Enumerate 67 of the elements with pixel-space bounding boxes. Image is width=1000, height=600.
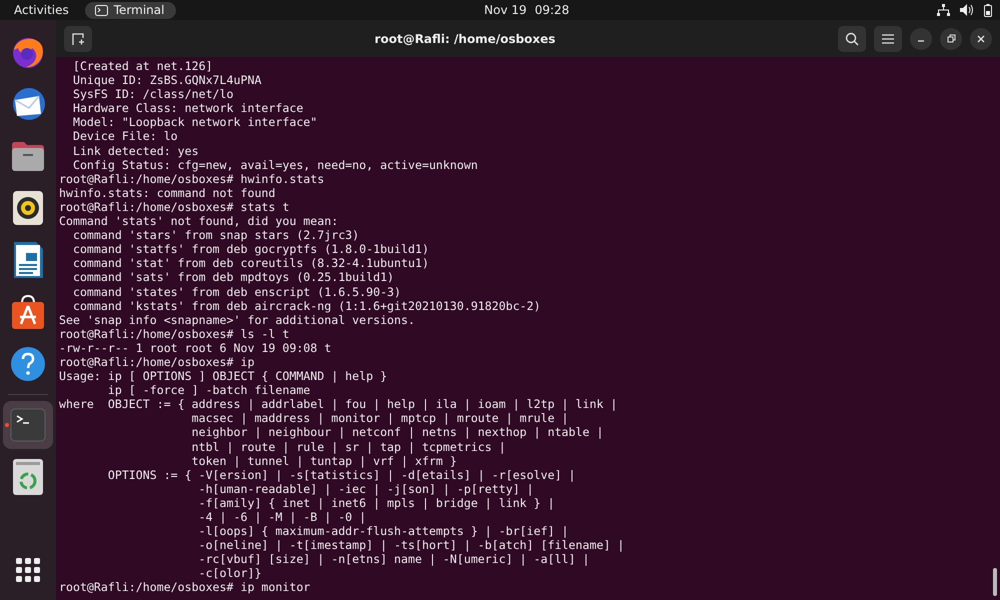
search-icon (845, 32, 859, 46)
shopping-bag-icon (10, 294, 46, 330)
terminal-line: command 'kstats' from deb aircrack-ng (1:1.6+git20210130.91820bc-2) (72, 298, 541, 313)
terminal-line: ntbl | route | rule | sr | tap | tcpmetrics | (190, 440, 506, 454)
terminal-line: Link detected: yes (72, 144, 199, 158)
terminal-line: root@Rafli:/home/osboxes# stats t (59, 200, 290, 214)
terminal-line: ip [ -force ] -batch filename (106, 383, 310, 398)
search-button[interactable] (838, 26, 866, 52)
terminal-line: -rw-r--r-- 1 root root 6 Nov 19 09:08 t (59, 340, 332, 355)
terminal-line: Model: "Loopback network interface" (72, 115, 318, 130)
terminal-line: [Created at net.126] (72, 59, 213, 74)
restore-icon (946, 34, 956, 43)
terminal-line: neighbor | neighbour | netconf | netns | nexthop | ntable | (190, 425, 604, 440)
close-icon (977, 34, 985, 42)
terminal-line: root@Rafli:/home/osboxes# ip (59, 354, 254, 370)
terminal-line: -o[neline] | -t[imestamp] | -ts[hort] | -b[atch] [filename] | (198, 538, 624, 552)
terminal-line: See 'snap info <snapname>' for additional versions. (59, 312, 415, 327)
battery-icon (984, 4, 992, 16)
terminal-line: command 'statfs' from deb gocryptfs (1.8.0-1build1) (72, 242, 429, 256)
document-icon (12, 241, 44, 279)
terminal-line: OPTIONS := { -V[ersion] | -s[tatistics] | -d[etails] | -r[esolve] | (106, 468, 576, 482)
network-icon (937, 4, 950, 16)
terminal-icon (94, 4, 108, 16)
restore-button[interactable] (940, 28, 962, 50)
app-menu-button[interactable]: Terminal (84, 2, 176, 18)
terminal-line: -h[uman-readable] | -iec | -j[son] | -p[retty] | (198, 482, 534, 496)
terminal-line: Usage: ip [ OPTIONS ] OBJECT { COMMAND | help } (59, 369, 388, 384)
volume-icon (960, 4, 974, 16)
terminal-line: command 'states' from deb enscript (1.6.5.90-3) (72, 284, 402, 299)
terminal-line: macsec | maddress | monitor | mptcp | mroute | mrule | (190, 411, 569, 426)
terminal-line: -l[oops] { maximum-addr-flush-attempts } | -br[ief] | (198, 524, 569, 538)
terminal-line: token | tunnel | tuntap | vrf | xfrm } (190, 454, 457, 468)
help-icon (10, 346, 46, 382)
terminal-line: Command 'stats' not found, did you mean: (59, 214, 338, 228)
menu-button[interactable] (874, 26, 902, 52)
terminal-icon (10, 408, 46, 442)
terminal-line: root@Rafli:/home/osboxes# ip monitor (59, 580, 310, 595)
terminal-line: command 'sats' from deb mpdtoys (0.25.1build1) (72, 270, 394, 284)
terminal-line: command 'stars' from snap stars (2.7jrc3) (72, 228, 360, 242)
speaker-icon (12, 190, 44, 226)
minimize-button[interactable] (910, 28, 932, 50)
activities-button[interactable]: Activities (14, 3, 69, 17)
trash-icon (12, 458, 44, 496)
date-label[interactable]: Nov 19 (484, 3, 527, 17)
terminal-line: hwinfo.stats: command not found (59, 186, 276, 200)
terminal-line: Hardware Class: network interface (72, 101, 304, 116)
terminal-line: SysFS ID: /class/net/lo (72, 87, 234, 102)
terminal-line: -c[olor]} (198, 566, 262, 580)
terminal-line: -4 | -6 | -M | -B | -0 | (198, 510, 366, 524)
terminal-line: Device File: lo (72, 129, 178, 144)
window-title: root@Rafli: /home/osboxes (374, 32, 556, 46)
grid-icon (16, 558, 40, 582)
menu-icon (882, 34, 894, 44)
new-tab-icon (71, 32, 85, 46)
terminal-line: where OBJECT := { address | addrlabel | fou | help | ila | ioam | l2tp | link | (59, 397, 618, 412)
close-button[interactable] (970, 28, 992, 50)
folder-icon (10, 139, 46, 173)
time-label[interactable]: 09:28 (534, 3, 570, 17)
terminal-line: root@Rafli:/home/osboxes# ls -l t (59, 326, 290, 341)
terminal-line: Config Status: cfg=new, avail=yes, need=no, active=unknown (72, 158, 478, 172)
terminal-line: -f[amily] { inet | inet6 | mpls | bridge | link } | (198, 496, 555, 510)
scrollbar[interactable] (993, 568, 997, 596)
terminal-line: command 'stat' from deb coreutils (8.32-4.1ubuntu1) (72, 256, 429, 270)
new-tab-button[interactable] (64, 26, 92, 52)
terminal-line: root@Rafli:/home/osboxes# hwinfo.stats (59, 172, 324, 186)
terminal-line: -rc[vbuf] [size] | -n[etns] name | -N[umeric] | -a[ll] | (198, 552, 590, 566)
terminal-line: Unique ID: ZsBS.GQNx7L4uPNA (72, 73, 262, 88)
